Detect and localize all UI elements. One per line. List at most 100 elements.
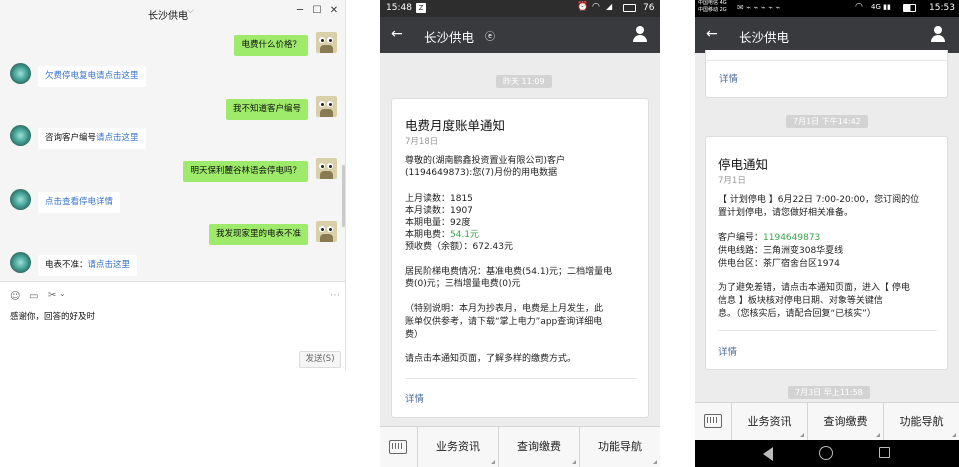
- previous-card[interactable]: 详情: [705, 50, 949, 98]
- close-button[interactable]: ✕: [328, 5, 340, 16]
- android-nav-bar: [695, 440, 959, 467]
- carrier-label: 中国移动 2G: [698, 7, 727, 13]
- chat-bubble-received: 电表不准：请点击这里: [38, 255, 138, 276]
- menu-function-nav[interactable]: 功能导航: [580, 427, 660, 467]
- wifi-icon: ◠: [592, 2, 600, 12]
- official-account-avatar[interactable]: [10, 252, 31, 273]
- user-avatar[interactable]: [316, 32, 337, 53]
- chat-bubble-received: 欠费停电复电请点击这里: [38, 66, 146, 87]
- bubble-link[interactable]: 请点击这里: [88, 260, 131, 270]
- chat-bubble-received: 咨询客户编号请点击这里: [38, 128, 146, 149]
- chat-bubble-sent: 电费什么价格？: [234, 35, 308, 56]
- bubble-text: 电表不准：: [45, 260, 88, 270]
- nav-title: 长沙供电: [739, 30, 790, 45]
- status-time: 15:48: [386, 3, 412, 13]
- profile-icon[interactable]: [632, 26, 648, 42]
- emoji-icon[interactable]: ☺: [10, 291, 20, 302]
- nav-bar: ← 长沙供电 ⓔ: [380, 17, 660, 53]
- bubble-link[interactable]: 点击查看停电详情: [45, 197, 113, 207]
- window-titlebar: 长沙供电 ⌵ ─ ☐ ✕: [0, 0, 345, 26]
- account-value: 1194649873: [763, 233, 821, 243]
- card-date: 7月18日: [405, 137, 439, 147]
- back-triangle-icon[interactable]: [763, 447, 773, 461]
- status-time: 15:53: [929, 3, 955, 13]
- chat-scrollbar[interactable]: [342, 165, 345, 227]
- back-arrow-icon[interactable]: ←: [706, 26, 718, 42]
- outage-notification-card[interactable]: 停电通知 7月1日 【 计划停电 】6月22日 7:00-20:00，您订阅的位…: [705, 136, 948, 370]
- battery-icon: [623, 4, 636, 12]
- phone-screen-bill: 15:48 Z ⏰ ◠ ◢ 76 ← 长沙供电 ⓔ 昨天 11:09 电费月度账…: [380, 0, 660, 467]
- maximize-button[interactable]: ☐: [311, 5, 323, 16]
- wifi-icon: ◠: [855, 2, 863, 12]
- folder-icon[interactable]: ▭: [29, 291, 38, 302]
- back-arrow-icon[interactable]: ←: [391, 26, 403, 42]
- user-avatar[interactable]: [316, 158, 337, 179]
- chat-bubble-sent: 我不知道客户编号: [225, 99, 308, 120]
- phone-screen-outage: 中国电信 4G 中国移动 2G ✉ ⌁ ⌁ ⌁ ⌁ ⌁ ◠ 4G ▮▮ 15:5…: [695, 0, 959, 467]
- menu-business-news[interactable]: 业务资讯: [732, 403, 808, 440]
- outage-line: 【 计划停电 】6月22日 7:00-20:00，您订阅的位: [718, 195, 920, 205]
- bubble-text: 咨询客户编号: [45, 133, 97, 143]
- notification-icon: Z: [416, 3, 426, 13]
- window-title: 长沙供电: [148, 11, 188, 22]
- details-link[interactable]: 详情: [718, 344, 737, 358]
- card-title: 停电通知: [718, 157, 769, 172]
- menu-function-nav[interactable]: 功能导航: [884, 403, 959, 440]
- account-label: 客户编号：: [718, 233, 764, 243]
- this-reading: 本月读数：1907: [405, 206, 473, 216]
- carrier-label: 中国电信 4G: [698, 0, 727, 6]
- divider: [405, 378, 637, 379]
- time-stamp: 7月1日 下午14:42: [786, 115, 868, 128]
- divider: [718, 330, 937, 331]
- nav-bar: ← 长沙供电: [695, 17, 959, 53]
- menu-business-news[interactable]: 业务资讯: [418, 427, 499, 467]
- user-avatar[interactable]: [316, 221, 337, 242]
- keyboard-toggle[interactable]: [380, 427, 418, 467]
- more-icon[interactable]: ⋯: [330, 290, 340, 301]
- menu-bar: 业务资讯 查询缴费 功能导航: [695, 402, 959, 440]
- details-link[interactable]: 详情: [719, 71, 738, 85]
- menu-bar: 业务资讯 查询缴费 功能导航: [380, 426, 660, 467]
- time-stamp: 昨天 11:09: [496, 75, 552, 88]
- fee-label: 本期电费：: [405, 230, 451, 240]
- home-circle-icon[interactable]: [819, 446, 833, 460]
- chat-bubble-received: 点击查看停电详情: [38, 192, 121, 213]
- details-link[interactable]: 详情: [405, 391, 424, 405]
- message-input[interactable]: 感谢你，回答的好及时: [10, 310, 95, 322]
- supply-route: 供电线路：三角洲变308华夏线: [718, 246, 844, 256]
- official-account-avatar[interactable]: [10, 63, 31, 84]
- prepaid-balance: 预收费（余额）：672.43元: [405, 242, 513, 252]
- scissors-icon[interactable]: ✂: [48, 290, 56, 301]
- message-input-area[interactable]: ☺ ▭ ✂ ⌄ ⋯ 感谢你，回答的好及时 发送(S): [0, 281, 345, 370]
- chat-bubble-sent: 我发现家里的电表不准: [208, 224, 308, 245]
- user-avatar[interactable]: [316, 96, 337, 117]
- menu-query-payment[interactable]: 查询缴费: [808, 403, 884, 440]
- note-line: 账单仅供参考，请下载“掌上电力”app查询详细电: [405, 317, 603, 327]
- alarm-icon: ⏰: [577, 2, 589, 12]
- bill-notification-card[interactable]: 电费月度账单通知 7月18日 尊敬的(湖南鹏鑫投资置业有限公司)客户 (1194…: [391, 98, 649, 418]
- notice-line: 息。（您核实后，请配合回复“已核实”）: [718, 309, 876, 319]
- outage-line: 置计划停电，请您做好相关准备。: [718, 208, 854, 218]
- notice-line: 为了避免差错，请点击本通知页面，进入【 停电: [718, 283, 910, 293]
- usage: 本期电量：92度: [405, 218, 471, 228]
- fee-value: 54.1元: [450, 230, 480, 240]
- official-account-avatar[interactable]: [10, 189, 31, 210]
- menu-query-payment[interactable]: 查询缴费: [499, 427, 580, 467]
- send-button[interactable]: 发送(S): [299, 351, 341, 368]
- profile-icon[interactable]: [930, 26, 946, 42]
- card-title: 电费月度账单通知: [405, 118, 506, 133]
- battery-level: 76: [643, 3, 655, 13]
- chevron-down-icon[interactable]: ⌄: [59, 289, 66, 298]
- notification-icons: ✉ ⌁ ⌁ ⌁ ⌁ ⌁: [737, 3, 781, 12]
- last-reading: 上月读数：1815: [405, 194, 473, 204]
- chevron-down-icon[interactable]: ⌵: [187, 6, 194, 16]
- bubble-link[interactable]: 请点击这里: [96, 133, 139, 143]
- nav-title: 长沙供电: [424, 30, 475, 45]
- official-account-avatar[interactable]: [10, 125, 31, 146]
- account-line: 客户编号：1194649873: [718, 232, 820, 244]
- recents-square-icon[interactable]: [879, 447, 890, 458]
- keyboard-toggle[interactable]: [695, 403, 732, 440]
- status-bar: 中国电信 4G 中国移动 2G ✉ ⌁ ⌁ ⌁ ⌁ ⌁ ◠ 4G ▮▮ 15:5…: [695, 0, 959, 17]
- minimize-button[interactable]: ─: [294, 5, 306, 16]
- bubble-link[interactable]: 欠费停电复电请点击这里: [45, 71, 139, 81]
